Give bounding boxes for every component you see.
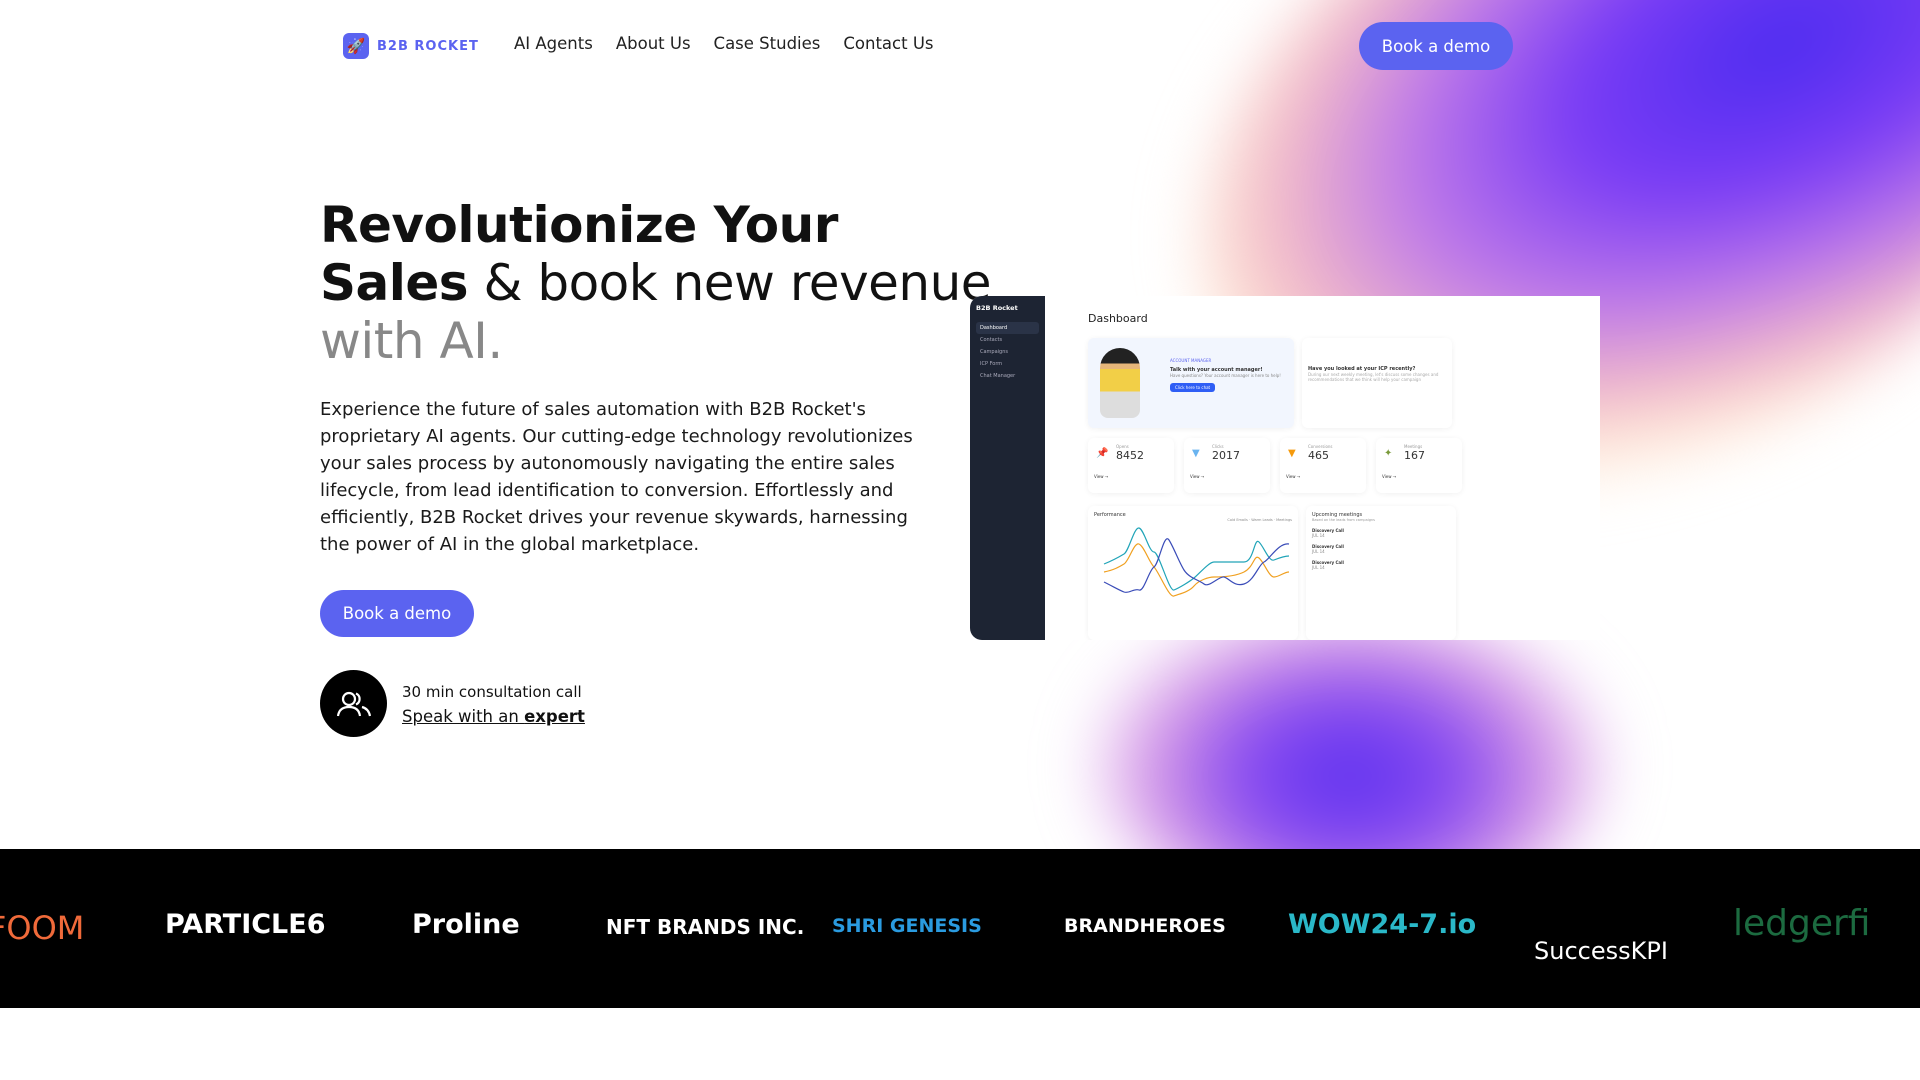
series-warm-leads (1103, 543, 1290, 597)
meeting-item: Discovery Call JUL 14 (1312, 560, 1450, 570)
dash-title: Dashboard (1088, 312, 1148, 325)
brand-logo[interactable]: 🚀 B2B ROCKET (343, 33, 479, 59)
performance-card: Performance Cold Emails · Warm Leads · M… (1088, 506, 1298, 640)
dash-side-item: Contacts (980, 337, 1003, 343)
am-caption: ACCOUNT MANAGER (1170, 358, 1212, 363)
speak-bold: expert (524, 706, 585, 726)
title-line1: Revolutionize Your (320, 196, 838, 254)
meeting-label: Discovery Call (1312, 528, 1344, 533)
stat-value: 465 (1308, 449, 1329, 462)
logo-successkpi: SuccessKPI (1534, 937, 1668, 965)
chat-button: Click here to chat (1170, 383, 1216, 392)
handshake-icon: ✦ (1384, 448, 1393, 459)
pin-icon: 📌 (1096, 448, 1109, 459)
nav-about-us[interactable]: About Us (616, 34, 691, 53)
account-manager-card: ACCOUNT MANAGER Talk with your account m… (1088, 338, 1294, 428)
logo-shri-genesis: SHRI GENESIS (832, 915, 982, 937)
hero-title: Revolutionize Your Sales & book new reven… (320, 196, 992, 370)
nav-ai-agents[interactable]: AI Agents (514, 34, 593, 53)
stat-value: 167 (1404, 449, 1425, 462)
upcoming-meetings-card: Upcoming meetings Based on the leads fro… (1306, 506, 1456, 640)
logo-proline: Proline (412, 909, 520, 940)
stat-view: View → (1094, 474, 1109, 479)
speak-expert-link[interactable]: Speak with an expert (402, 707, 585, 726)
dash-brand: B2B Rocket (976, 304, 1018, 312)
person-illustration (1100, 348, 1140, 418)
stat-card: ✦ Meetings 167 View → (1376, 438, 1462, 493)
meeting-date: JUL 14 (1312, 533, 1325, 538)
nav-contact-us[interactable]: Contact Us (843, 34, 933, 53)
book-demo-hero-button[interactable]: Book a demo (320, 590, 474, 637)
nav-case-studies[interactable]: Case Studies (714, 34, 821, 53)
site-header: 🚀 B2B ROCKET AI Agents About Us Case Stu… (0, 0, 1920, 90)
stat-view: View → (1190, 474, 1205, 479)
rocket-icon: 🚀 (343, 33, 369, 59)
title-bold-word: Sales (320, 254, 469, 312)
book-demo-header-button[interactable]: Book a demo (1359, 22, 1513, 70)
icp-card: Have you looked at your ICP recently? Du… (1302, 338, 1452, 428)
expert-consultation: 30 min consultation call Speak with an e… (320, 670, 585, 737)
dashboard-preview: B2B Rocket Dashboard Contacts Campaigns … (970, 296, 1600, 640)
logo-particle6: PARTICLE6 (165, 909, 326, 940)
logo-wow247: WOW24-7.io (1288, 909, 1477, 940)
logo-brandheroes: BRANDHEROES (1064, 915, 1226, 937)
meeting-date: JUL 14 (1312, 565, 1325, 570)
performance-line-chart (1103, 527, 1290, 597)
stat-value: 8452 (1116, 449, 1144, 462)
brand-name: B2B ROCKET (377, 38, 479, 54)
dash-side-item: Campaigns (980, 349, 1009, 355)
stat-value: 2017 (1212, 449, 1240, 462)
meeting-date: JUL 14 (1312, 549, 1325, 554)
stat-view: View → (1286, 474, 1301, 479)
logo-nft-brands: NFT BRANDS INC. (606, 915, 805, 939)
main-nav: AI Agents About Us Case Studies Contact … (514, 34, 934, 53)
dashboard-sidebar: B2B Rocket Dashboard Contacts Campaigns … (970, 296, 1045, 640)
funnel-icon: ▼ (1288, 448, 1296, 459)
logo-foom: FOOM (0, 909, 85, 947)
dash-side-item: ICP Form (980, 361, 1003, 367)
title-light: with AI. (320, 312, 503, 370)
stat-view: View → (1382, 474, 1397, 479)
meetings-subtitle: Based on the leads from campaigns (1312, 518, 1375, 522)
users-icon (320, 670, 387, 737)
funnel-icon: ▼ (1192, 448, 1200, 459)
series-meetings (1103, 527, 1290, 591)
series-cold-emails (1103, 538, 1290, 594)
consult-label: 30 min consultation call (402, 682, 582, 701)
stat-card: ▼ Clicks 2017 View → (1184, 438, 1270, 493)
am-text: Have questions? Your account manager is … (1170, 373, 1281, 378)
title-rest: & book new revenue (468, 254, 992, 312)
stat-card: 📌 Opens 8452 View → (1088, 438, 1174, 493)
meeting-label: Discovery Call (1312, 544, 1344, 549)
dash-side-item: Dashboard (976, 322, 1039, 334)
meeting-item: Discovery Call JUL 14 (1312, 528, 1450, 538)
dash-side-item: Chat Manager (980, 373, 1016, 379)
stat-card: ▼ Conversions 465 View → (1280, 438, 1366, 493)
client-logos-band: FOOM PARTICLE6 Proline NFT BRANDS INC. S… (0, 849, 1920, 1008)
icp-text: During our next weekly meeting, let's di… (1308, 372, 1439, 382)
meeting-item: Discovery Call JUL 14 (1312, 544, 1450, 554)
logo-ledgerfi: ledgerfi (1733, 903, 1871, 944)
speak-prefix: Speak with an (402, 706, 525, 726)
hero-paragraph: Experience the future of sales automatio… (320, 399, 913, 555)
meeting-label: Discovery Call (1312, 560, 1344, 565)
